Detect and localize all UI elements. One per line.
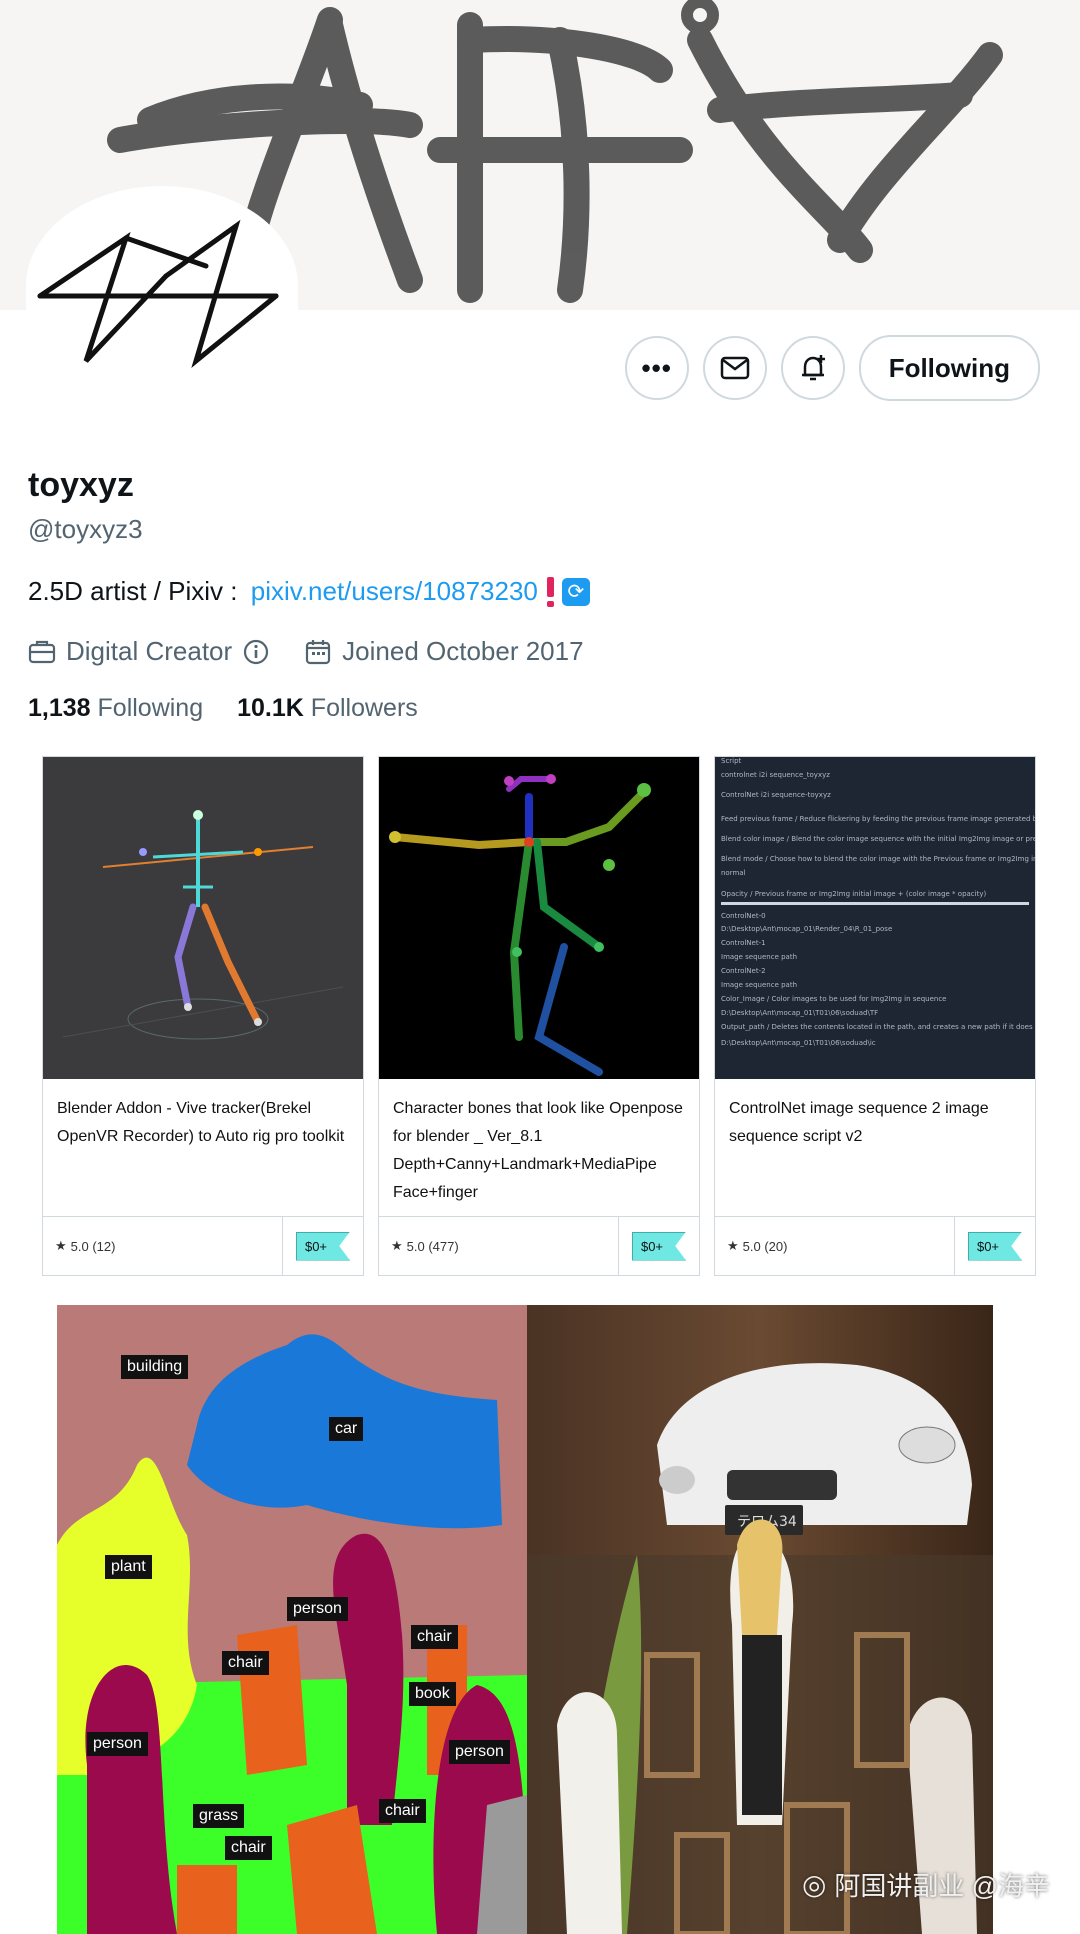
- bio: 2.5D artist / Pixiv : pixiv.net/users/10…: [28, 576, 590, 607]
- star-icon: ★: [55, 1238, 67, 1253]
- card-footer: ★ 5.0 (477) $0+: [379, 1216, 699, 1275]
- star-icon: ★: [391, 1238, 403, 1253]
- rating-value: 5.0 (477): [406, 1238, 459, 1254]
- followers-count-link[interactable]: 10.1K Followers: [237, 694, 418, 723]
- more-button[interactable]: •••: [624, 336, 689, 400]
- console-line: normal: [721, 869, 746, 877]
- wechat-icon: ◎: [801, 1869, 827, 1900]
- console-line: ControlNet-1: [721, 939, 766, 947]
- star-icon: ★: [727, 1238, 739, 1253]
- console-line: D:\Desktop\Ant\mocap_01\T01\06\soduad\TF: [721, 1009, 879, 1017]
- following-button-label: Following: [888, 352, 1010, 383]
- console-line: Color_Image / Color images to be used fo…: [721, 995, 947, 1003]
- card-rating: ★ 5.0 (12): [43, 1217, 282, 1275]
- console-line: ControlNet-2: [721, 967, 766, 975]
- console-line: Image sequence path: [721, 953, 798, 961]
- post-image[interactable]: テロム34 building car plant person chair ch…: [57, 1305, 993, 1934]
- following-label: Following: [97, 694, 204, 722]
- briefcase-icon: [28, 639, 56, 665]
- console-line: Image sequence path: [721, 981, 798, 989]
- price-cell[interactable]: $0+: [282, 1217, 363, 1275]
- card-thumbnail-console: Script controlnet i2i sequence_toyxyz Cont…: [715, 757, 1035, 1079]
- more-icon: •••: [641, 352, 672, 383]
- rendered-scene: テロム34: [527, 1305, 993, 1934]
- following-count: 1,138: [28, 694, 91, 722]
- price-tag: $0+: [295, 1231, 351, 1261]
- display-name: toyxyz: [28, 466, 134, 504]
- followers-count: 10.1K: [237, 694, 304, 722]
- category-label: Digital Creator: [66, 636, 233, 666]
- watermark-text: 阿国讲副业 @海辛: [834, 1871, 1050, 1901]
- card-title: Blender Addon - Vive tracker(Brekel Open…: [57, 1100, 345, 1145]
- info-icon[interactable]: [242, 638, 270, 666]
- seg-label-chair: chair: [222, 1651, 269, 1675]
- notifications-button[interactable]: [780, 336, 845, 400]
- card-thumbnail-openpose: [379, 757, 699, 1079]
- joined-date: Joined October 2017: [342, 636, 584, 666]
- price-tag: $0+: [631, 1231, 687, 1261]
- profile-meta: Digital Creator Joined October 2017: [28, 636, 584, 667]
- card-footer: ★ 5.0 (20) $0+: [715, 1216, 1035, 1275]
- following-button[interactable]: Following: [858, 335, 1040, 401]
- console-line: Script: [721, 757, 742, 765]
- seg-label-car: car: [329, 1417, 364, 1441]
- calendar-icon: [304, 638, 332, 666]
- card-title: Character bones that look like Openpose …: [393, 1100, 683, 1201]
- followers-label: Followers: [310, 694, 418, 722]
- seg-label-grass: grass: [193, 1804, 245, 1828]
- opacity-slider: [721, 902, 1029, 905]
- console-line: D:\Desktop\Ant\mocap_01\Render_04\R_01_p…: [721, 925, 893, 933]
- envelope-icon: [720, 356, 749, 380]
- seg-label-chair: chair: [411, 1625, 458, 1649]
- bell-plus-icon: [801, 355, 825, 381]
- console-line: Output_path / Deletes the contents locat…: [721, 1023, 1035, 1031]
- seg-label-plant: plant: [105, 1555, 152, 1579]
- product-cards: Blender Addon - Vive tracker(Brekel Open…: [42, 756, 1042, 1276]
- watermark: ◎ 阿国讲副业 @海辛: [802, 1866, 1050, 1903]
- seg-label-chair: chair: [225, 1836, 272, 1860]
- console-line: Feed previous frame / Reduce flickering …: [721, 815, 1035, 823]
- card-footer: ★ 5.0 (12) $0+: [43, 1216, 363, 1275]
- message-button[interactable]: [702, 336, 767, 400]
- card-thumbnail-tracker: [43, 757, 363, 1079]
- card-rating: ★ 5.0 (20): [715, 1217, 954, 1275]
- seg-label-person: person: [87, 1732, 148, 1756]
- console-line: D:\Desktop\Ant\mocap_01\T01\06\soduad\ic: [721, 1039, 876, 1047]
- console-line: Blend mode / Choose how to blend the col…: [721, 855, 1035, 863]
- console-line: ControlNet i2i sequence-toyxyz: [721, 791, 831, 799]
- console-line: controlnet i2i sequence_toyxyz: [721, 771, 830, 779]
- card-title: ControlNet image sequence 2 image sequen…: [729, 1100, 989, 1145]
- exclamation-icon: [544, 576, 556, 607]
- console-line: Opacity / Previous frame or Img2Img init…: [721, 890, 987, 898]
- following-count-link[interactable]: 1,138 Following: [28, 694, 203, 723]
- price-tag: $0+: [967, 1231, 1023, 1261]
- rating-value: 5.0 (20): [742, 1238, 788, 1254]
- product-card[interactable]: Script controlnet i2i sequence_toyxyz Cont…: [714, 756, 1036, 1276]
- product-card[interactable]: Character bones that look like Openpose …: [378, 756, 700, 1276]
- bio-text: 2.5D artist / Pixiv :: [28, 576, 245, 606]
- follow-counts: 1,138 Following 10.1K Followers: [28, 694, 418, 723]
- price-cell[interactable]: $0+: [954, 1217, 1035, 1275]
- seg-label-person: person: [449, 1740, 510, 1764]
- avatar-logo: [37, 219, 279, 369]
- seg-label-chair: chair: [379, 1799, 426, 1823]
- seg-label-building: building: [121, 1355, 189, 1379]
- card-rating: ★ 5.0 (477): [379, 1217, 618, 1275]
- avatar[interactable]: [26, 186, 298, 386]
- bio-link[interactable]: pixiv.net/users/10873230: [251, 576, 538, 607]
- seg-label-person: person: [287, 1597, 348, 1621]
- refresh-icon: ⟳: [561, 577, 590, 606]
- price-cell[interactable]: $0+: [618, 1217, 699, 1275]
- seg-label-book: book: [409, 1682, 456, 1706]
- user-handle: @toyxyz3: [28, 514, 143, 544]
- rating-value: 5.0 (12): [70, 1238, 116, 1254]
- console-line: ControlNet-0: [721, 912, 766, 920]
- console-line: Blend color image / Blend the color imag…: [721, 835, 1035, 843]
- profile-actions: ••• Following: [624, 335, 1040, 401]
- product-card[interactable]: Blender Addon - Vive tracker(Brekel Open…: [42, 756, 364, 1276]
